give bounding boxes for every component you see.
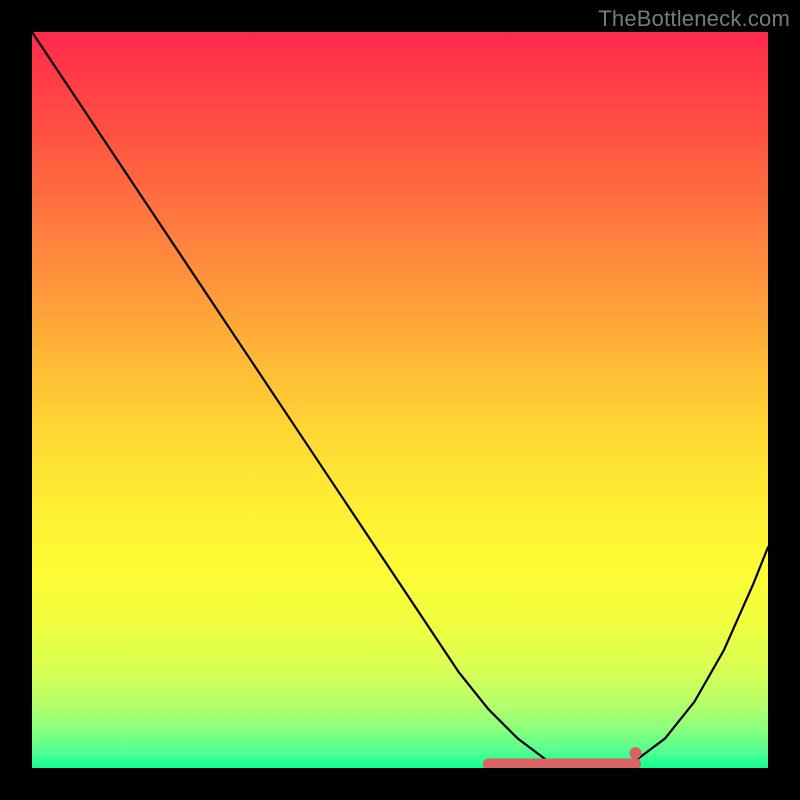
chart-stage: TheBottleneck.com <box>0 0 800 800</box>
plot-area <box>32 32 768 768</box>
watermark-text: TheBottleneck.com <box>598 6 790 32</box>
chart-svg <box>32 32 768 768</box>
optimum-marker <box>630 747 642 759</box>
bottleneck-curve <box>32 32 768 768</box>
